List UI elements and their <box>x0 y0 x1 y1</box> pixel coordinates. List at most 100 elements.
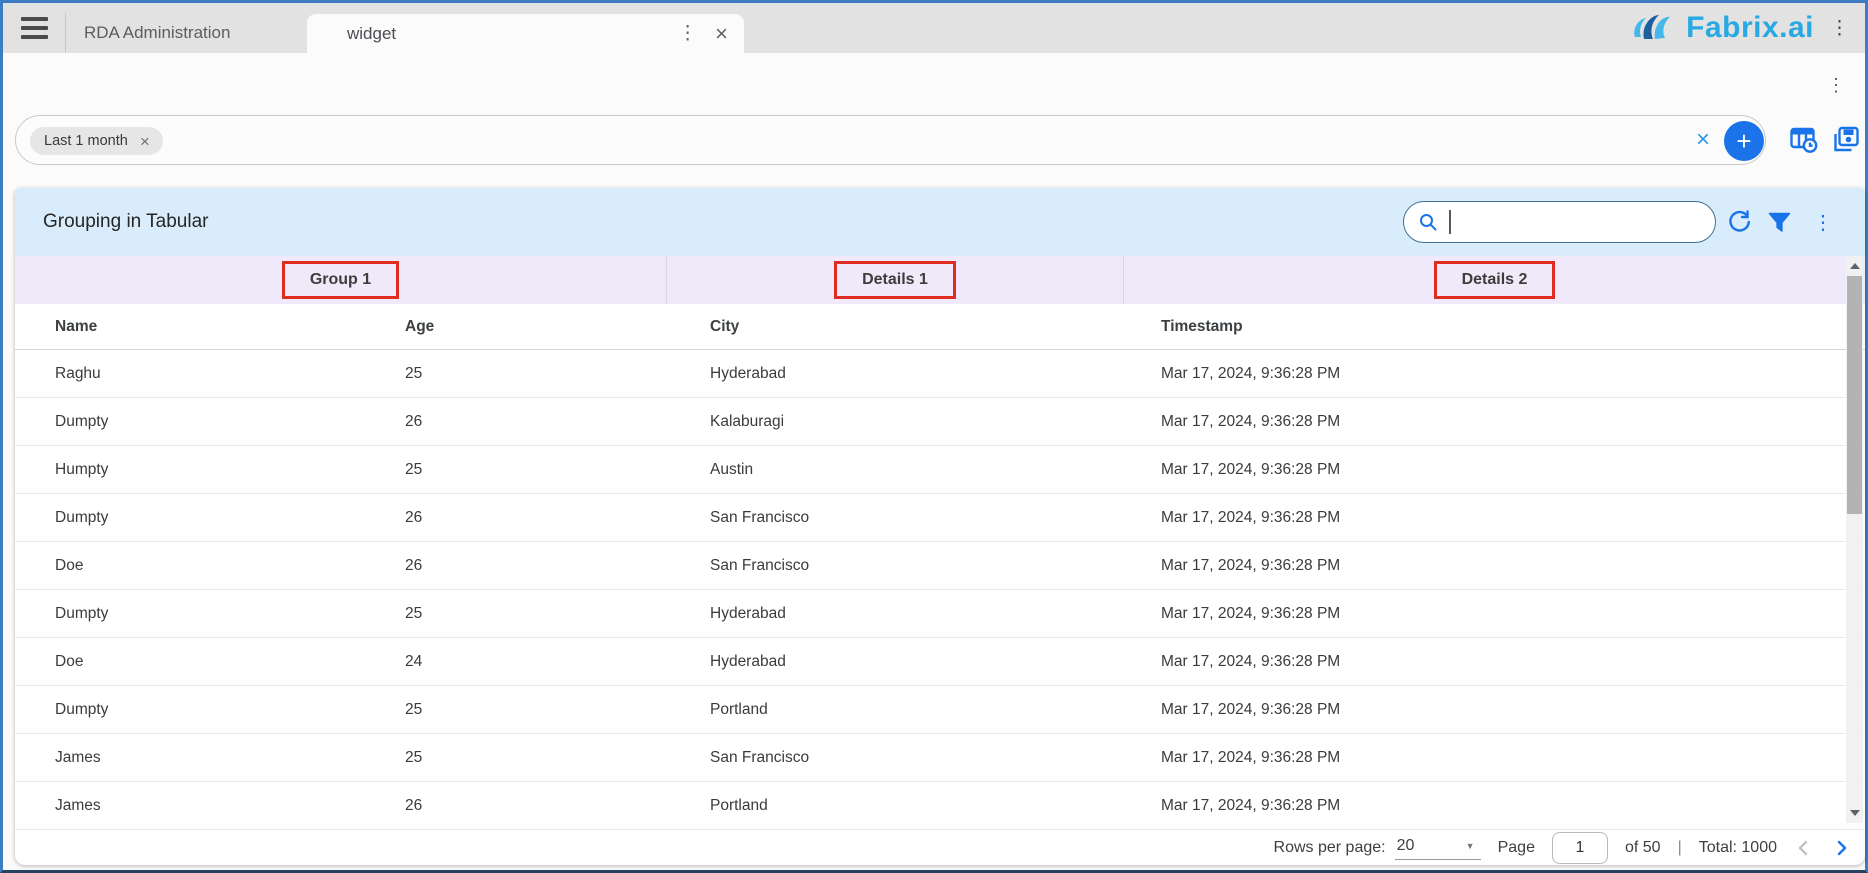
cell-name: James <box>55 749 405 767</box>
table-row[interactable]: Raghu 25 Hyderabad Mar 17, 2024, 9:36:28… <box>15 350 1865 398</box>
group-label: Details 1 <box>862 271 928 288</box>
widget-kebab-icon[interactable]: ⋮ <box>1812 210 1834 235</box>
cell-timestamp: Mar 17, 2024, 9:36:28 PM <box>1161 701 1865 719</box>
cell-city: Hyderabad <box>710 365 1161 383</box>
cell-city: San Francisco <box>710 749 1161 767</box>
text-cursor <box>1449 210 1451 234</box>
table-row[interactable]: Dumpty 26 San Francisco Mar 17, 2024, 9:… <box>15 494 1865 542</box>
cell-city: Hyderabad <box>710 605 1161 623</box>
dropdown-triangle-icon: ▼ <box>1466 841 1475 851</box>
cell-city: Portland <box>710 797 1161 815</box>
cell-timestamp: Mar 17, 2024, 9:36:28 PM <box>1161 413 1865 431</box>
page-label: Page <box>1498 839 1535 857</box>
window-kebab-icon[interactable]: ⋮ <box>1824 17 1855 40</box>
cell-age: 26 <box>405 557 710 575</box>
cell-age: 25 <box>405 461 710 479</box>
hamburger-menu-button[interactable] <box>3 3 65 53</box>
scroll-up-icon[interactable] <box>1850 263 1860 269</box>
search-box[interactable] <box>1403 201 1716 243</box>
cell-timestamp: Mar 17, 2024, 9:36:28 PM <box>1161 557 1865 575</box>
table-row[interactable]: Doe 24 Hyderabad Mar 17, 2024, 9:36:28 P… <box>15 638 1865 686</box>
cell-name: Doe <box>55 653 405 671</box>
cell-timestamp: Mar 17, 2024, 9:36:28 PM <box>1161 605 1865 623</box>
filter-bar[interactable]: Last 1 month × × + <box>15 115 1766 165</box>
clear-filters-icon[interactable]: × <box>1696 126 1710 155</box>
pagination-divider: | <box>1678 839 1682 857</box>
search-input[interactable] <box>1462 207 1716 237</box>
table-row[interactable]: Dumpty 25 Hyderabad Mar 17, 2024, 9:36:2… <box>15 590 1865 638</box>
annotation-box-group-1: Group 1 <box>282 261 399 299</box>
cell-age: 25 <box>405 605 710 623</box>
column-header-age[interactable]: Age <box>405 318 710 336</box>
scroll-down-icon[interactable] <box>1850 810 1860 816</box>
cell-name: Dumpty <box>55 509 405 527</box>
column-header-city[interactable]: City <box>710 318 1161 336</box>
refresh-icon[interactable] <box>1726 208 1753 235</box>
filter-toolbar: Last 1 month × × + <box>15 115 1859 165</box>
next-page-icon[interactable] <box>1831 838 1851 858</box>
add-filter-button[interactable]: + <box>1724 121 1764 161</box>
cell-name: Humpty <box>55 461 405 479</box>
hamburger-icon <box>21 17 48 39</box>
cell-timestamp: Mar 17, 2024, 9:36:28 PM <box>1161 509 1865 527</box>
group-section-details-1: Details 1 <box>667 256 1124 304</box>
column-header-timestamp[interactable]: Timestamp <box>1161 318 1865 336</box>
cell-city: San Francisco <box>710 509 1161 527</box>
rows-per-page-select[interactable]: 20 ▼ <box>1395 835 1481 860</box>
plus-icon: + <box>1736 126 1751 157</box>
total-count-label: Total: 1000 <box>1699 839 1777 857</box>
tab-rda-administration[interactable]: RDA Administration <box>65 13 307 53</box>
widget-title: Grouping in Tabular <box>43 211 208 233</box>
table-body: Raghu 25 Hyderabad Mar 17, 2024, 9:36:28… <box>15 350 1865 830</box>
chip-label: Last 1 month <box>44 133 128 149</box>
search-icon <box>1418 212 1438 232</box>
top-tab-bar: RDA Administration widget ⋮ × Fabrix.ai … <box>3 3 1865 53</box>
rows-per-page-label: Rows per page: <box>1274 839 1386 857</box>
cell-age: 24 <box>405 653 710 671</box>
vertical-scrollbar[interactable] <box>1846 256 1863 823</box>
cell-age: 25 <box>405 365 710 383</box>
cell-name: Dumpty <box>55 605 405 623</box>
table-row[interactable]: James 25 San Francisco Mar 17, 2024, 9:3… <box>15 734 1865 782</box>
column-header-name[interactable]: Name <box>55 318 405 336</box>
group-label: Details 2 <box>1462 271 1528 288</box>
tab-label: RDA Administration <box>84 23 230 43</box>
annotation-box-details-1: Details 1 <box>834 261 956 299</box>
chip-remove-icon[interactable]: × <box>140 133 150 150</box>
table-row[interactable]: Humpty 25 Austin Mar 17, 2024, 9:36:28 P… <box>15 446 1865 494</box>
rows-per-page-value: 20 <box>1397 837 1415 855</box>
table-row[interactable]: Doe 26 San Francisco Mar 17, 2024, 9:36:… <box>15 542 1865 590</box>
annotation-box-details-2: Details 2 <box>1434 261 1556 299</box>
grouping-widget-card: Grouping in Tabular ⋮ Group 1 Details 1 <box>15 188 1865 865</box>
time-range-chip[interactable]: Last 1 month × <box>30 127 163 155</box>
cell-timestamp: Mar 17, 2024, 9:36:28 PM <box>1161 461 1865 479</box>
group-label: Group 1 <box>310 271 371 288</box>
cell-name: Doe <box>55 557 405 575</box>
page-options-kebab-icon[interactable]: ⋮ <box>1827 75 1845 96</box>
schedule-table-icon[interactable] <box>1789 125 1819 155</box>
fabrix-logo-icon <box>1631 12 1677 44</box>
table-row[interactable]: Dumpty 26 Kalaburagi Mar 17, 2024, 9:36:… <box>15 398 1865 446</box>
cell-name: Dumpty <box>55 701 405 719</box>
tab-label: widget <box>347 24 674 44</box>
pagination-bar: Rows per page: 20 ▼ Page of 50 | Total: … <box>15 830 1865 865</box>
table-row[interactable]: James 26 Portland Mar 17, 2024, 9:36:28 … <box>15 782 1865 830</box>
scrollbar-thumb[interactable] <box>1847 276 1862 514</box>
table-column-header-row: Name Age City Timestamp <box>15 304 1865 350</box>
save-view-icon[interactable] <box>1831 125 1861 155</box>
page-number-input[interactable] <box>1552 832 1608 864</box>
cell-age: 25 <box>405 701 710 719</box>
tab-widget[interactable]: widget ⋮ × <box>307 14 744 53</box>
group-section-details-2: Details 2 <box>1124 256 1865 304</box>
cell-name: Raghu <box>55 365 405 383</box>
cell-name: Dumpty <box>55 413 405 431</box>
previous-page-icon[interactable] <box>1794 838 1814 858</box>
tab-close-icon[interactable]: × <box>715 23 728 45</box>
group-section-group-1: Group 1 <box>15 256 667 304</box>
cell-city: Kalaburagi <box>710 413 1161 431</box>
table-row[interactable]: Dumpty 25 Portland Mar 17, 2024, 9:36:28… <box>15 686 1865 734</box>
filter-funnel-icon[interactable] <box>1768 211 1791 234</box>
tab-options-kebab-icon[interactable]: ⋮ <box>674 22 701 45</box>
cell-age: 26 <box>405 413 710 431</box>
brand-logo: Fabrix.ai <box>1631 3 1814 53</box>
